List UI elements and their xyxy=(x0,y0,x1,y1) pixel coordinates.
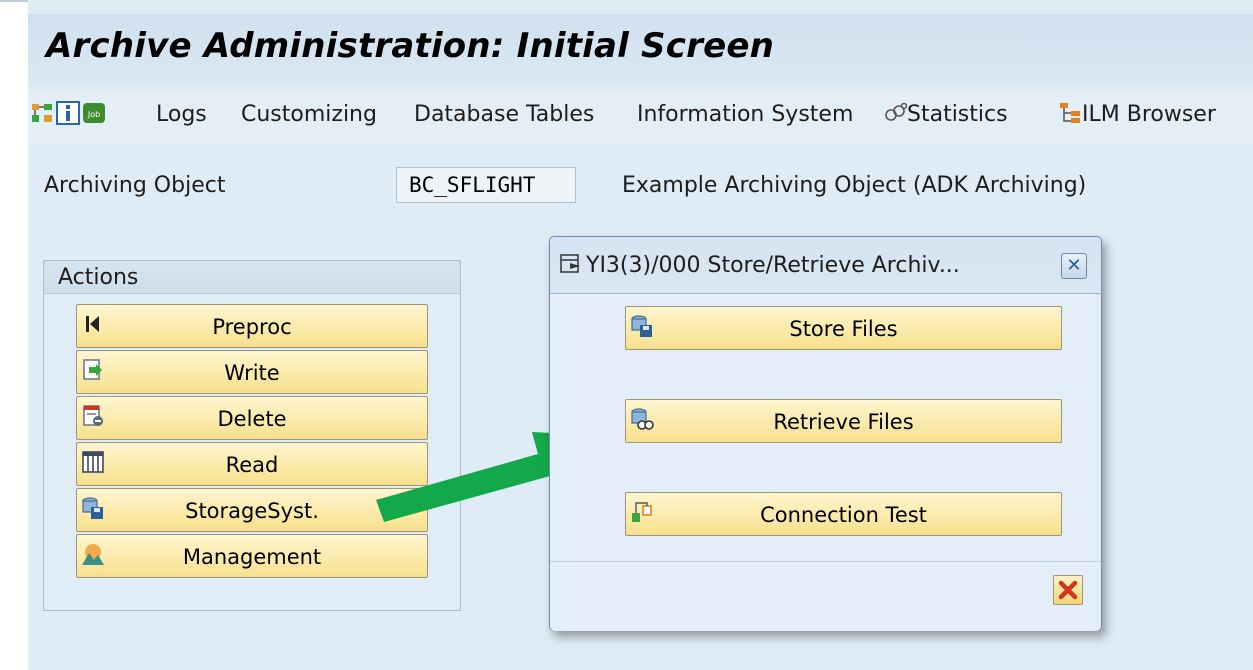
connection-test-label: Connection Test xyxy=(760,503,927,527)
store-files-label: Store Files xyxy=(789,317,898,341)
statistics-icon[interactable] xyxy=(884,101,908,125)
toolbar-ilm-browser[interactable]: ILM Browser xyxy=(1082,102,1216,127)
write-label: Write xyxy=(224,361,280,385)
toolbar-database-tables[interactable]: Database Tables xyxy=(414,102,594,127)
connection-test-button[interactable]: Connection Test xyxy=(625,492,1062,536)
preproc-button[interactable]: Preproc xyxy=(76,304,428,348)
retrieve-files-button[interactable]: Retrieve Files xyxy=(625,399,1062,443)
dialog-window-icon xyxy=(560,254,580,273)
toolbar-customizing[interactable]: Customizing xyxy=(241,102,377,127)
toolbar-statistics[interactable]: Statistics xyxy=(907,102,1008,127)
toolbar-information-system[interactable]: Information System xyxy=(637,102,853,127)
dialog-close-button[interactable]: ✕ xyxy=(1061,253,1087,279)
ilm-browser-icon[interactable] xyxy=(1058,101,1082,125)
retrieve-files-label: Retrieve Files xyxy=(773,410,914,434)
management-button[interactable]: Management xyxy=(76,534,428,578)
management-label: Management xyxy=(182,545,322,569)
store-files-button[interactable]: Store Files xyxy=(625,306,1062,350)
toolbar-logs[interactable]: Logs xyxy=(156,102,207,127)
cancel-icon xyxy=(1058,580,1078,600)
page-title: Archive Administration: Initial Screen xyxy=(46,26,774,66)
write-button[interactable]: Write xyxy=(76,350,428,394)
info-icon[interactable] xyxy=(56,101,80,125)
actions-group-title: Actions xyxy=(58,265,139,290)
cancel-button[interactable] xyxy=(1053,575,1083,605)
dialog-title: YI3(3)/000 Store/Retrieve Archiv... xyxy=(586,253,960,278)
store-retrieve-dialog: YI3(3)/000 Store/Retrieve Archiv... ✕ St… xyxy=(549,236,1102,631)
archiving-object-label: Archiving Object xyxy=(44,173,226,198)
hierarchy-icon[interactable] xyxy=(30,101,54,125)
archiving-object-description: Example Archiving Object (ADK Archiving) xyxy=(622,173,1087,198)
preproc-label: Preproc xyxy=(212,315,292,339)
archiving-object-field[interactable]: BC_SFLIGHT xyxy=(396,167,576,203)
dialog-footer xyxy=(550,561,1101,631)
job-icon[interactable]: Job xyxy=(82,101,106,125)
svg-text:Job: Job xyxy=(87,110,100,119)
